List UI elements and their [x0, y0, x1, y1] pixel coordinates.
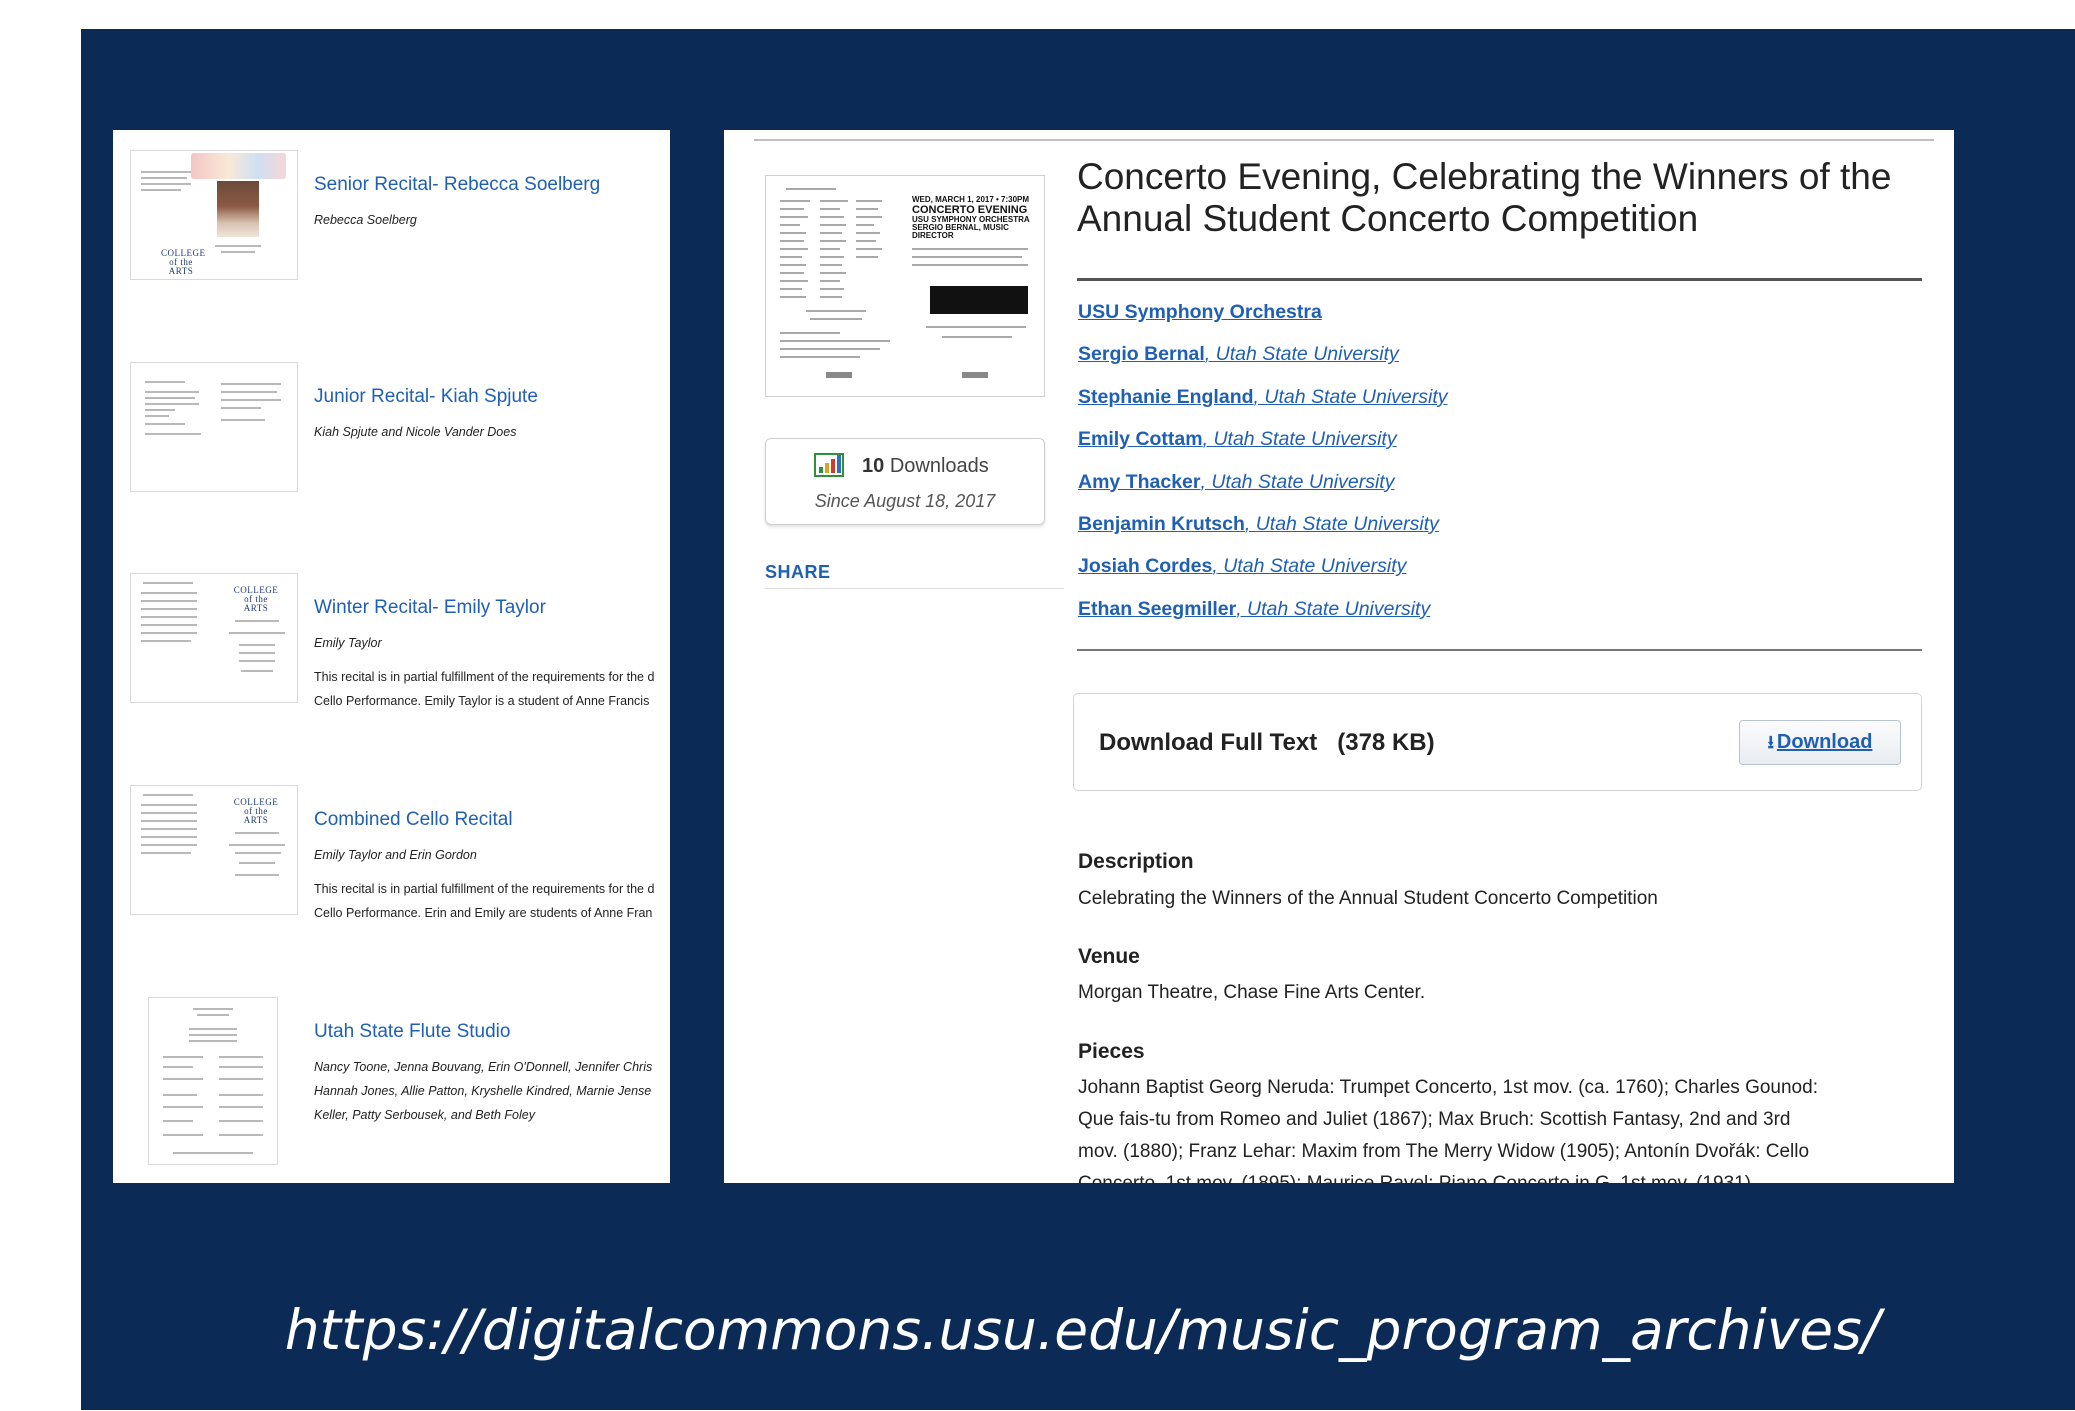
download-count: 10 Downloads [862, 455, 989, 477]
download-button[interactable]: ⭳ Download [1739, 720, 1901, 765]
caption-url: https://digitalcommons.usu.edu/music_pro… [284, 1298, 1881, 1362]
download-icon: ⭳ [1767, 732, 1774, 752]
bar-chart-icon [814, 453, 844, 477]
college-logo: COLLEGE of the ARTS [233, 797, 279, 825]
list-item: COLLEGE of the ARTS Winter Recital- Emil… [130, 573, 670, 743]
list-item-title[interactable]: Senior Recital- Rebecca Soelberg [314, 174, 600, 196]
recital-list-panel: COLLEGE of the ARTS Senior Recital- Rebe… [113, 130, 670, 1183]
list-item-authors: Rebecca Soelberg [314, 213, 417, 227]
venue-heading: Venue [1078, 945, 1140, 968]
list-item-abstract: This recital is in partial fulfillment o… [314, 670, 655, 708]
list-item-abstract: This recital is in partial fulfillment o… [314, 882, 655, 920]
list-item: COLLEGE of the ARTS Senior Recital- Rebe… [130, 150, 670, 320]
list-item: Junior Recital- Kiah Spjute Kiah Spjute … [130, 362, 670, 532]
description-text: Celebrating the Winners of the Annual St… [1078, 888, 1658, 909]
list-item-title[interactable]: Combined Cello Recital [314, 809, 513, 831]
venue-text: Morgan Theatre, Chase Fine Arts Center. [1078, 982, 1426, 1003]
creator-link[interactable]: Emily Cottam, Utah State University [1078, 428, 1448, 470]
divider [1077, 278, 1922, 281]
program-thumbnail[interactable]: COLLEGE of the ARTS [130, 150, 298, 280]
full-text-label: Download Full Text (378 KB) [1099, 729, 1435, 756]
creator-link[interactable]: USU Symphony Orchestra [1078, 301, 1448, 343]
creator-link[interactable]: Josiah Cordes, Utah State University [1078, 555, 1448, 597]
program-cover-thumbnail[interactable]: WED, MARCH 1, 2017 • 7:30PM CONCERTO EVE… [765, 175, 1045, 397]
cover-heading: WED, MARCH 1, 2017 • 7:30PM CONCERTO EVE… [912, 195, 1030, 240]
creator-link[interactable]: Sergio Bernal, Utah State University [1078, 343, 1448, 385]
pieces-heading: Pieces [1078, 1040, 1145, 1063]
program-thumbnail[interactable] [148, 997, 278, 1165]
list-item-authors: Kiah Spjute and Nicole Vander Does [314, 425, 517, 439]
program-thumbnail[interactable] [130, 362, 298, 492]
list-item-title[interactable]: Utah State Flute Studio [314, 1021, 510, 1043]
divider [754, 139, 1934, 141]
divider [765, 588, 1064, 589]
creator-link[interactable]: Stephanie England, Utah State University [1078, 386, 1448, 428]
list-item-title[interactable]: Winter Recital- Emily Taylor [314, 597, 546, 619]
list-item-authors: Emily Taylor [314, 636, 382, 650]
item-detail-panel: WED, MARCH 1, 2017 • 7:30PM CONCERTO EVE… [724, 130, 1954, 1183]
list-item: Utah State Flute Studio Nancy Toone, Jen… [130, 997, 670, 1167]
program-thumbnail[interactable]: COLLEGE of the ARTS [130, 785, 298, 915]
college-logo: COLLEGE of the ARTS [233, 585, 279, 613]
program-thumbnail[interactable]: COLLEGE of the ARTS [130, 573, 298, 703]
college-logo: COLLEGE of the ARTS [161, 248, 206, 276]
full-text-download-box: Download Full Text (378 KB) ⭳ Download [1073, 693, 1922, 791]
list-item-title[interactable]: Junior Recital- Kiah Spjute [314, 386, 538, 408]
creators-list: USU Symphony Orchestra Sergio Bernal, Ut… [1078, 301, 1448, 640]
divider [1077, 649, 1922, 651]
list-item-authors: Nancy Toone, Jenna Bouvang, Erin O'Donne… [314, 1060, 653, 1122]
list-item-authors: Emily Taylor and Erin Gordon [314, 848, 477, 862]
download-since-date: Since August 18, 2017 [814, 491, 996, 511]
list-item: COLLEGE of the ARTS Combined Cello Recit… [130, 785, 670, 955]
creator-link[interactable]: Benjamin Krutsch, Utah State University [1078, 513, 1448, 555]
share-link[interactable]: SHARE [765, 562, 831, 583]
description-heading: Description [1078, 850, 1194, 873]
creator-link[interactable]: Amy Thacker, Utah State University [1078, 471, 1448, 513]
page-title: Concerto Evening, Celebrating the Winner… [1077, 156, 1892, 239]
download-count-badge: 10 Downloads Since August 18, 2017 [765, 438, 1045, 525]
pieces-text: Johann Baptist Georg Neruda: Trumpet Con… [1078, 1077, 1818, 1183]
creator-link[interactable]: Ethan Seegmiller, Utah State University [1078, 598, 1448, 640]
